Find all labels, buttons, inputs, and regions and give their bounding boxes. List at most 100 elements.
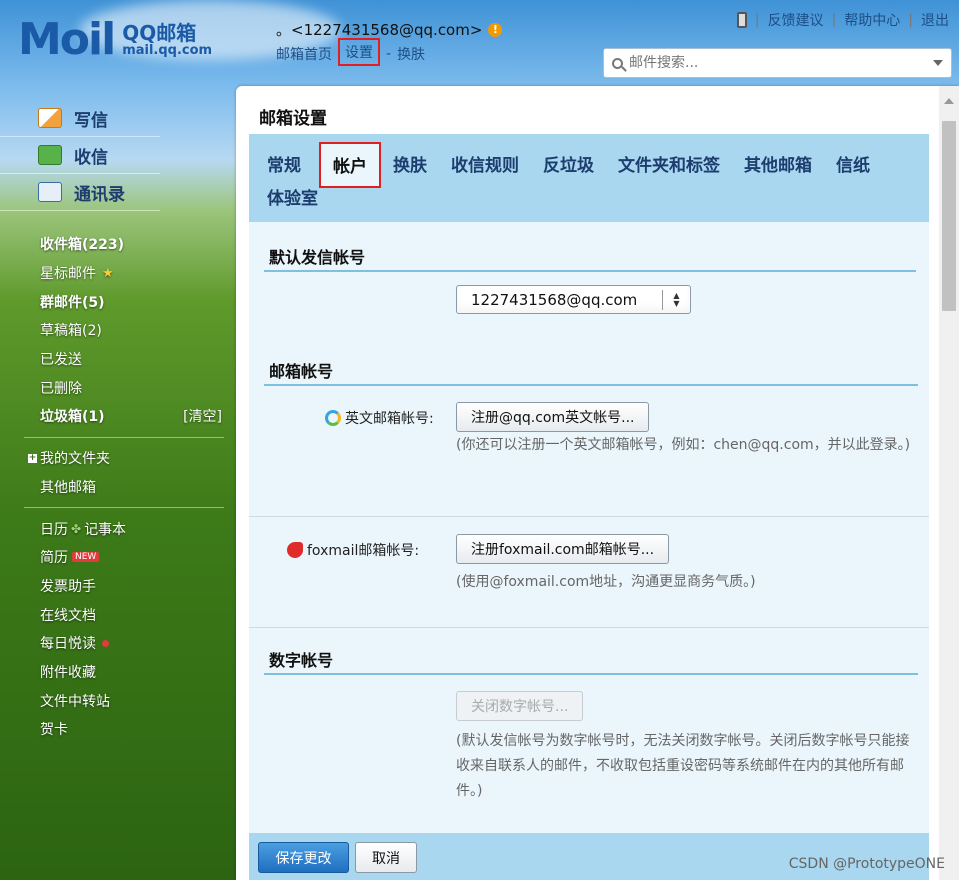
compose-label: 写信 (74, 110, 108, 131)
divider (249, 516, 929, 517)
settings-panel: 邮箱设置 常规 帐户 换肤 收信规则 反垃圾 文件夹和标签 其他邮箱 信纸 体验… (236, 86, 959, 880)
separator: | (831, 12, 837, 28)
sidebar-item-calendar[interactable]: 日历 ✤ 记事本 (0, 514, 232, 543)
receive-label: 收信 (74, 147, 108, 168)
notes-link[interactable]: 记事本 (84, 519, 126, 539)
register-english-account-button[interactable]: 注册@qq.com英文帐号... (456, 402, 650, 432)
register-foxmail-account-button[interactable]: 注册foxmail.com邮箱帐号... (456, 534, 670, 564)
brand-domain: mail.qq.com (122, 42, 213, 58)
help-center-link[interactable]: 帮助中心 (844, 10, 900, 30)
sidebar-item-invoice[interactable]: 发票助手 (0, 572, 232, 601)
english-account-text: 英文邮箱帐号: (345, 411, 434, 427)
tab-general[interactable]: 常规 (267, 148, 301, 180)
deleted-label: 已删除 (40, 380, 82, 397)
star-icon: ★ (102, 265, 114, 281)
other-mailbox-label: 其他邮箱 (40, 479, 96, 496)
inbox-label: 收件箱(223) (40, 237, 125, 254)
tool-label: 文件中转站 (40, 693, 110, 710)
tab-anti-spam[interactable]: 反垃圾 (543, 148, 594, 180)
account-text: 。<1227431568@qq.com> (276, 21, 483, 39)
contact-card-icon (38, 182, 62, 202)
group-label: 群邮件(5) (40, 294, 105, 311)
tool-label: 贺卡 (40, 722, 68, 739)
leaf-separator-icon: ✤ (71, 521, 82, 536)
section-title-mail-accounts: 邮箱帐号 (264, 338, 918, 386)
sidebar-item-other-mailbox[interactable]: 其他邮箱 (0, 473, 232, 502)
page-title: 邮箱设置 (259, 109, 327, 129)
sent-label: 已发送 (40, 352, 82, 369)
drafts-label: 草稿箱(2) (40, 323, 102, 340)
sidebar-item-attachments[interactable]: 附件收藏 (0, 658, 232, 687)
default-sender-select[interactable]: 1227431568@qq.com ▲ ▼ (456, 285, 691, 314)
search-icon (612, 57, 623, 69)
starred-label: 星标邮件 (40, 266, 96, 283)
select-arrows-icon: ▲ ▼ (662, 289, 690, 310)
tab-stationery[interactable]: 信纸 (836, 148, 870, 180)
separator: | (754, 12, 760, 28)
tool-label: 附件收藏 (40, 664, 96, 681)
sidebar-item-drafts[interactable]: 草稿箱(2) (0, 316, 232, 345)
sidebar-item-group[interactable]: 群邮件(5) (0, 287, 232, 316)
watermark: CSDN @PrototypeONE (788, 856, 945, 872)
english-account-note: (你还可以注册一个英文邮箱帐号，例如：chen@qq.com，并以此登录。) (456, 437, 911, 453)
sidebar-item-sent[interactable]: 已发送 (0, 345, 232, 374)
brand-name: QQ邮箱 (122, 20, 197, 45)
settings-content: 默认发信帐号 1227431568@qq.com ▲ ▼ 邮箱帐号 英文邮箱帐号:… (249, 222, 929, 833)
resume-label: 简历 (40, 550, 68, 567)
account-address: 。<1227431568@qq.com> ! (276, 19, 503, 40)
sidebar-item-online-docs[interactable]: 在线文档 (0, 600, 232, 629)
nav-settings-link[interactable]: 设置 (338, 38, 380, 66)
save-button[interactable]: 保存更改 (258, 842, 349, 873)
tab-folders-tags[interactable]: 文件夹和标签 (618, 148, 720, 180)
divider (24, 507, 224, 509)
mobile-phone-icon[interactable] (736, 12, 747, 28)
download-icon (38, 145, 62, 165)
contacts-button[interactable]: 通讯录 (0, 174, 160, 211)
sidebar-item-file-transfer[interactable]: 文件中转站 (0, 686, 232, 715)
sidebar-item-junk[interactable]: 垃圾箱(1) [清空] (0, 402, 232, 431)
tab-other-mailbox[interactable]: 其他邮箱 (744, 148, 812, 180)
foxmail-icon (287, 542, 303, 558)
tool-label: 每日悦读 (40, 636, 96, 653)
sidebar-item-deleted[interactable]: 已删除 (0, 373, 232, 402)
tab-account[interactable]: 帐户 (319, 141, 381, 188)
divider (24, 436, 224, 438)
scroll-thumb[interactable] (942, 121, 956, 311)
vertical-scrollbar[interactable] (939, 86, 959, 880)
sidebar: 写信 收信 通讯录 收件箱(223) 星标邮件 ★ 群邮件(5) 草稿箱(2) 已… (0, 90, 232, 880)
qq-mail-logo[interactable]: Moil QQ邮箱 mail.qq.com (18, 14, 212, 66)
tab-receive-rules[interactable]: 收信规则 (451, 148, 519, 180)
mail-search-box[interactable] (603, 48, 952, 78)
sidebar-item-daily-reading[interactable]: 每日悦读 (0, 629, 232, 658)
separator: | (908, 12, 913, 28)
warning-icon[interactable]: ! (488, 22, 503, 37)
my-folders-label: 我的文件夹 (40, 451, 110, 468)
clear-junk-link[interactable]: [清空] (183, 406, 222, 426)
logout-link[interactable]: 退出 (921, 10, 949, 30)
logo-brand: QQ邮箱 mail.qq.com (122, 20, 213, 58)
sidebar-item-my-folders[interactable]: + 我的文件夹 (0, 444, 232, 473)
default-sender-value: 1227431568@qq.com (471, 290, 638, 309)
chevron-down-icon[interactable] (933, 60, 943, 66)
tab-skin[interactable]: 换肤 (393, 148, 427, 180)
foxmail-account-label: foxmail邮箱帐号: (287, 540, 419, 560)
nav-home-link[interactable]: 邮箱首页 (276, 44, 332, 64)
compose-button[interactable]: 写信 (0, 100, 160, 137)
scroll-up-icon[interactable] (944, 98, 954, 104)
plus-icon[interactable]: + (28, 453, 37, 463)
tab-lab[interactable]: 体验室 (267, 181, 318, 213)
cancel-button[interactable]: 取消 (355, 842, 417, 873)
section-title-default-sender: 默认发信帐号 (264, 222, 916, 272)
sidebar-item-resume[interactable]: 简历 NEW (0, 543, 232, 572)
close-digital-account-button[interactable]: 关闭数字帐号... (456, 691, 584, 721)
logo-wordmark: Moil (18, 14, 116, 65)
pencil-icon (38, 108, 62, 128)
nav-skin-link[interactable]: 换肤 (397, 44, 425, 64)
feedback-link[interactable]: 反馈建议 (768, 10, 824, 30)
sidebar-item-inbox[interactable]: 收件箱(223) (0, 230, 232, 259)
search-input[interactable] (629, 55, 919, 71)
receive-button[interactable]: 收信 (0, 137, 160, 174)
sidebar-item-greeting-card[interactable]: 贺卡 (0, 715, 232, 744)
sidebar-item-starred[interactable]: 星标邮件 ★ (0, 259, 232, 288)
nav-separator: - (386, 46, 392, 62)
